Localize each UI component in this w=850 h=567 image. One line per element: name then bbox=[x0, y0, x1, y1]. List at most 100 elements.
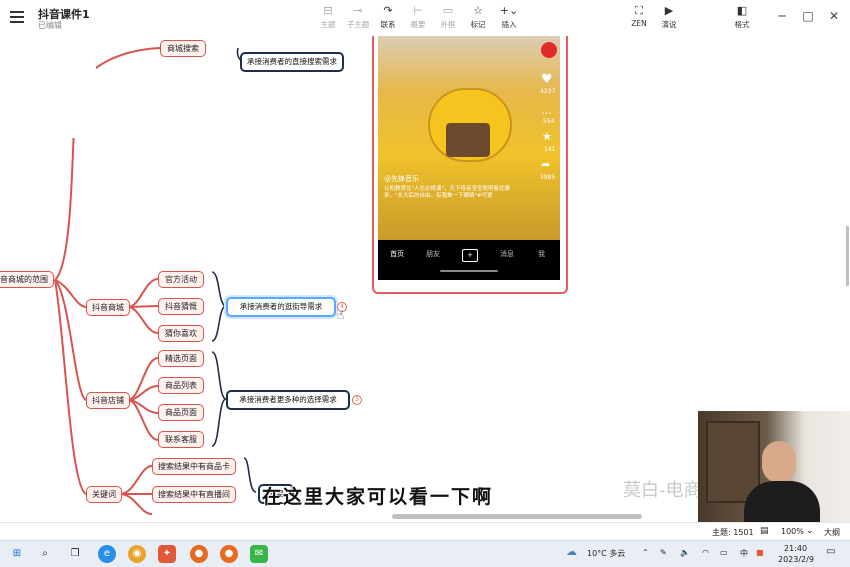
app-icon-orange-1[interactable]: ● bbox=[190, 545, 208, 563]
battery-icon[interactable]: ▭ bbox=[720, 548, 728, 557]
tool-format[interactable]: ◧ 格式 bbox=[727, 5, 757, 30]
windows-start-icon[interactable]: ⊞ bbox=[8, 545, 26, 563]
status-bar: 主题: 1501 ▤ 100% ⌄ 大纲 bbox=[0, 522, 850, 541]
video-subtitle: 在这里大家可以看一下啊 bbox=[262, 486, 494, 508]
volume-icon[interactable]: 🔈 bbox=[680, 548, 690, 557]
minimize-icon[interactable]: ─ bbox=[772, 9, 792, 23]
weather-text[interactable]: 10°C 多云 bbox=[587, 548, 625, 559]
summary-top[interactable]: 承接消费者的直接搜索需求 bbox=[240, 52, 344, 72]
home-indicator bbox=[440, 270, 498, 272]
branch-keyword[interactable]: 关键词 bbox=[86, 486, 122, 503]
favorite-count: 141 bbox=[544, 146, 556, 153]
node-product-list[interactable]: 商品列表 bbox=[158, 377, 204, 394]
mouse-cursor-icon: ☝ bbox=[337, 308, 345, 322]
network-icon[interactable]: ◠ bbox=[702, 548, 709, 557]
node-douyin-guess[interactable]: 抖音猜慨 bbox=[158, 298, 204, 315]
star-icon: ☆ bbox=[473, 4, 483, 17]
chevron-up-icon[interactable]: ⌃ bbox=[642, 548, 649, 557]
app-tray-icon[interactable]: ■ bbox=[756, 548, 764, 557]
subtopic-icon: ⊟ bbox=[323, 4, 333, 17]
app-icon-xmind[interactable]: ✦ bbox=[158, 545, 176, 563]
phone-screenshot-image[interactable]: ♥ 4237 … 554 ★ 141 ➦ 3885 @先锋音乐 认知教育往"人生… bbox=[372, 36, 568, 294]
phone-bottom-nav: 首页 朋友 + 消息 我 bbox=[378, 240, 560, 280]
nav-messages[interactable]: 消息 bbox=[500, 249, 514, 259]
person-face bbox=[762, 441, 796, 483]
tool-marker[interactable]: ☆ 标记 bbox=[463, 5, 493, 30]
horizontal-scrollbar[interactable] bbox=[392, 514, 642, 519]
node-contact-service[interactable]: 联系客服 bbox=[158, 431, 204, 448]
node-official-activity[interactable]: 官方活动 bbox=[158, 271, 204, 288]
node-product-page[interactable]: 商品页面 bbox=[158, 404, 204, 421]
tool-pitch[interactable]: ▶ 演说 bbox=[654, 5, 684, 30]
bib-pocket bbox=[446, 123, 490, 157]
node-guess-you-like[interactable]: 猜你喜欢 bbox=[158, 325, 204, 342]
chevron-down-icon[interactable]: ⌄ bbox=[806, 526, 814, 536]
avatar[interactable] bbox=[541, 42, 557, 58]
chrome-icon[interactable]: ◉ bbox=[128, 545, 146, 563]
summary-icon: ⊢ bbox=[413, 4, 423, 17]
nav-home[interactable]: 首页 bbox=[390, 249, 404, 259]
plus-icon[interactable]: + bbox=[462, 249, 478, 262]
music-author: @先锋音乐 bbox=[384, 175, 419, 183]
edge-icon[interactable]: e bbox=[98, 545, 116, 563]
mindmap-canvas[interactable]: 商城搜索 承接消费者的直接搜索需求 音商城的范围 抖音商城 官方活动 抖音猜慨 … bbox=[0, 36, 850, 523]
child-topic-icon: ⊸ bbox=[353, 4, 363, 17]
clock-time[interactable]: 21:40 bbox=[784, 544, 807, 553]
tool-relation[interactable]: ↷ 联系 bbox=[373, 5, 403, 30]
video-description: 认知教育往"人生必修课"，天下母亲宝宝聪明着优雅来，"长大后的自由，有我推一下眼… bbox=[384, 186, 511, 199]
boundary-icon: ▭ bbox=[442, 4, 454, 17]
summary-branch-2[interactable]: 承接消费者更多种的选择需求 bbox=[226, 390, 350, 410]
notification-icon[interactable]: ▭ bbox=[826, 546, 835, 557]
comment-icon[interactable]: … bbox=[541, 104, 552, 117]
node-featured-page[interactable]: 精选页面 bbox=[158, 350, 204, 367]
share-count: 3885 bbox=[540, 174, 556, 181]
relation-icon: ↷ bbox=[383, 4, 393, 17]
summary-branch-1[interactable]: 承接消费者的逛街导需求 bbox=[226, 297, 336, 317]
collapse-badge-2[interactable]: 3 bbox=[352, 395, 362, 405]
video-frame: ♥ 4237 … 554 ★ 141 ➦ 3885 @先锋音乐 认知教育往"人生… bbox=[378, 36, 560, 240]
tool-boundary[interactable]: ▭ 外框 bbox=[433, 5, 463, 30]
maximize-icon[interactable]: □ bbox=[798, 9, 818, 23]
branch-douyin-store[interactable]: 抖音店铺 bbox=[86, 392, 130, 409]
tool-subtopic[interactable]: ⊸ 子主题 bbox=[343, 5, 373, 30]
tool-zen[interactable]: ⛶ ZEN bbox=[624, 4, 654, 29]
hamburger-menu-icon[interactable] bbox=[10, 9, 24, 23]
pitch-icon: ▶ bbox=[664, 4, 674, 17]
zen-icon: ⛶ bbox=[635, 4, 643, 17]
pen-icon[interactable]: ✎ bbox=[660, 548, 667, 557]
heart-icon[interactable]: ♥ bbox=[541, 72, 553, 87]
wechat-icon[interactable]: ✉ bbox=[250, 545, 268, 563]
vertical-scrollbar[interactable] bbox=[846, 226, 849, 286]
like-count: 4237 bbox=[540, 88, 556, 95]
nav-me[interactable]: 我 bbox=[538, 249, 545, 259]
windows-taskbar: ⊞ ⌕ ❐ e ◉ ✦ ● ● ✉ ☁ 10°C 多云 ⌃ ✎ 🔈 ◠ ▭ 中 … bbox=[0, 540, 850, 567]
app-icon-orange-2[interactable]: ● bbox=[220, 545, 238, 563]
map-icon[interactable]: ▤ bbox=[760, 526, 769, 536]
tool-topic[interactable]: ⊟ 主题 bbox=[313, 5, 343, 30]
node-search-live-room[interactable]: 搜索结果中有直播间 bbox=[152, 486, 236, 503]
title-bar: 抖音课件1 已编辑 ⊟ 主题 ⊸ 子主题 ↷ 联系 ⊢ 概要 ▭ 外框 ☆ 标记 +⌄ 插入 … bbox=[0, 0, 850, 37]
root-node[interactable]: 音商城的范围 bbox=[0, 271, 54, 288]
tool-insert[interactable]: +⌄ 插入 bbox=[494, 5, 524, 30]
node-search-product-card[interactable]: 搜索结果中有商品卡 bbox=[152, 458, 236, 475]
blank-area bbox=[0, 48, 96, 138]
clock-date[interactable]: 2023/2/9 bbox=[778, 555, 814, 564]
branch-douyin-mall[interactable]: 抖音商城 bbox=[86, 299, 130, 316]
webcam-overlay bbox=[698, 411, 850, 523]
share-icon[interactable]: ➦ bbox=[541, 158, 550, 171]
format-icon: ◧ bbox=[736, 4, 748, 17]
zoom-level[interactable]: 100% bbox=[781, 527, 804, 536]
favorite-star-icon[interactable]: ★ bbox=[542, 130, 552, 143]
weather-icon[interactable]: ☁ bbox=[566, 545, 577, 558]
tool-summary[interactable]: ⊢ 概要 bbox=[403, 5, 433, 30]
close-icon[interactable]: ✕ bbox=[824, 9, 844, 23]
topic-count: 主题: 1501 bbox=[712, 528, 754, 537]
search-icon[interactable]: ⌕ bbox=[36, 545, 54, 563]
comment-count: 554 bbox=[543, 118, 555, 125]
nav-friends[interactable]: 朋友 bbox=[426, 249, 440, 259]
ime-indicator[interactable]: 中 bbox=[740, 548, 748, 559]
outline-button[interactable]: 大纲 bbox=[824, 527, 840, 538]
task-view-icon[interactable]: ❐ bbox=[66, 545, 84, 563]
node-top-child[interactable]: 商城搜索 bbox=[160, 40, 206, 57]
document-status: 已编辑 bbox=[38, 21, 62, 30]
